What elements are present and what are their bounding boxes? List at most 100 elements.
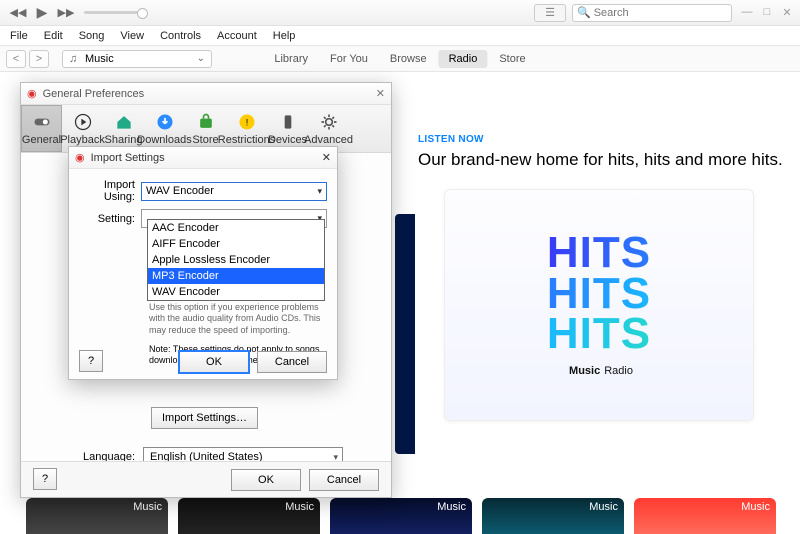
- badge: Music: [133, 501, 162, 534]
- minimize-button[interactable]: —: [740, 6, 754, 19]
- import-using-dropdown[interactable]: WAV Encoder: [141, 182, 327, 201]
- hero-kicker: LISTEN NOW: [418, 134, 784, 145]
- tab-label: General: [22, 134, 61, 146]
- tab-store[interactable]: Store: [489, 50, 535, 68]
- bottom-card[interactable]: Music: [482, 498, 624, 534]
- encoder-option-highlighted[interactable]: MP3 Encoder: [148, 268, 324, 284]
- tab-restrictions[interactable]: !Restrictions: [226, 105, 267, 152]
- prefs-help-button[interactable]: ?: [33, 468, 57, 490]
- hero-artwork: HITS HITS HITS Music Radio: [444, 189, 754, 421]
- encoder-option[interactable]: Apple Lossless Encoder: [148, 252, 324, 268]
- import-settings-button[interactable]: Import Settings…: [151, 407, 258, 429]
- search-field[interactable]: 🔍: [572, 4, 732, 22]
- tab-downloads[interactable]: Downloads: [144, 105, 185, 152]
- import-cancel-button[interactable]: Cancel: [257, 351, 327, 373]
- menu-file[interactable]: File: [4, 28, 34, 44]
- hits-line-3: HITS: [547, 314, 651, 354]
- import-body: Import Using: WAV Encoder Setting: AAC E…: [69, 169, 337, 372]
- import-titlebar[interactable]: ◉ Import Settings ✕: [69, 147, 337, 169]
- itunes-icon: ◉: [75, 151, 85, 164]
- menu-controls[interactable]: Controls: [154, 28, 207, 44]
- bottom-card-row: Music Music Music Music Music: [26, 498, 800, 534]
- home-icon: [114, 112, 134, 132]
- player-bar: ◀◀ ▶ ▶▶ ☰ 🔍 — □ ✕: [0, 0, 800, 26]
- tab-general[interactable]: General: [21, 105, 62, 152]
- menu-view[interactable]: View: [114, 28, 150, 44]
- bottom-card[interactable]: Music: [178, 498, 320, 534]
- volume-slider[interactable]: [84, 11, 144, 14]
- menu-bar: File Edit Song View Controls Account Hel…: [0, 26, 800, 46]
- import-using-value: WAV Encoder: [146, 185, 214, 197]
- tab-advanced[interactable]: Advanced: [308, 105, 349, 152]
- tab-browse[interactable]: Browse: [380, 50, 437, 68]
- encoder-option[interactable]: AIFF Encoder: [148, 236, 324, 252]
- tab-for-you[interactable]: For You: [320, 50, 378, 68]
- encoder-option[interactable]: WAV Encoder: [148, 284, 324, 300]
- brand-bold: Music: [569, 365, 600, 377]
- badge: Music: [285, 501, 314, 534]
- switch-icon: [32, 112, 52, 132]
- encoder-dropdown-list: AAC Encoder AIFF Encoder Apple Lossless …: [147, 219, 325, 301]
- source-label: Music: [85, 53, 114, 65]
- forward-button[interactable]: ▶▶: [56, 3, 76, 23]
- source-dropdown[interactable]: Music: [62, 50, 212, 68]
- import-ok-button[interactable]: OK: [179, 351, 249, 373]
- import-close-icon[interactable]: ✕: [322, 151, 331, 164]
- tab-label: Playback: [60, 134, 105, 146]
- list-view-button[interactable]: ☰: [534, 4, 566, 22]
- svg-text:!: !: [245, 117, 248, 127]
- menu-account[interactable]: Account: [211, 28, 263, 44]
- music-radio-label: Music Radio: [565, 365, 633, 377]
- forward-button[interactable]: >: [29, 50, 49, 68]
- prefs-footer: OK Cancel: [21, 461, 391, 497]
- badge: Music: [589, 501, 618, 534]
- encoder-option[interactable]: AAC Encoder: [148, 220, 324, 236]
- window-controls: — □ ✕: [740, 6, 794, 19]
- tab-label: Devices: [268, 134, 307, 146]
- hits-line-2: HITS: [547, 274, 651, 314]
- prefs-close-icon[interactable]: ✕: [376, 87, 385, 100]
- play-button[interactable]: ▶: [32, 3, 52, 23]
- tab-label: Store: [192, 134, 218, 146]
- back-button[interactable]: <: [6, 50, 26, 68]
- rewind-button[interactable]: ◀◀: [8, 3, 28, 23]
- import-settings-dialog: ◉ Import Settings ✕ Import Using: WAV En…: [68, 146, 338, 380]
- menu-help[interactable]: Help: [267, 28, 302, 44]
- bag-icon: [196, 112, 216, 132]
- menu-edit[interactable]: Edit: [38, 28, 69, 44]
- menu-song[interactable]: Song: [73, 28, 111, 44]
- hero-card[interactable]: LISTEN NOW Our brand-new home for hits, …: [418, 134, 784, 470]
- view-tabs: Library For You Browse Radio Store: [264, 50, 535, 68]
- bottom-card[interactable]: Music: [330, 498, 472, 534]
- itunes-icon: ◉: [27, 87, 37, 100]
- prefs-ok-button[interactable]: OK: [231, 469, 301, 491]
- prefs-cancel-button[interactable]: Cancel: [309, 469, 379, 491]
- brand-rest: Radio: [604, 365, 633, 377]
- tab-radio[interactable]: Radio: [439, 50, 488, 68]
- tab-library[interactable]: Library: [264, 50, 318, 68]
- nav-bar: < > Music Library For You Browse Radio S…: [0, 46, 800, 72]
- gear-icon: [319, 112, 339, 132]
- prefs-title: General Preferences: [43, 88, 376, 100]
- search-icon: 🔍: [577, 6, 591, 19]
- search-input[interactable]: [594, 7, 727, 19]
- bottom-card[interactable]: Music: [634, 498, 776, 534]
- import-title: Import Settings: [91, 152, 322, 164]
- badge: Music: [437, 501, 466, 534]
- tab-playback[interactable]: Playback: [62, 105, 103, 152]
- error-correction-hint: Use this option if you experience proble…: [149, 302, 327, 336]
- adjacent-card-edge: [395, 214, 415, 454]
- hero-title: Our brand-new home for hits, hits and mo…: [418, 149, 784, 171]
- prefs-titlebar[interactable]: ◉ General Preferences ✕: [21, 83, 391, 105]
- badge: Music: [741, 501, 770, 534]
- close-button[interactable]: ✕: [780, 6, 794, 19]
- tab-label: Downloads: [137, 134, 191, 146]
- download-icon: [155, 112, 175, 132]
- warning-icon: !: [237, 112, 257, 132]
- maximize-button[interactable]: □: [760, 6, 774, 19]
- bottom-card[interactable]: Music: [26, 498, 168, 534]
- tab-devices[interactable]: Devices: [267, 105, 308, 152]
- device-icon: [278, 112, 298, 132]
- import-using-label: Import Using:: [79, 179, 141, 203]
- import-help-button[interactable]: ?: [79, 350, 103, 372]
